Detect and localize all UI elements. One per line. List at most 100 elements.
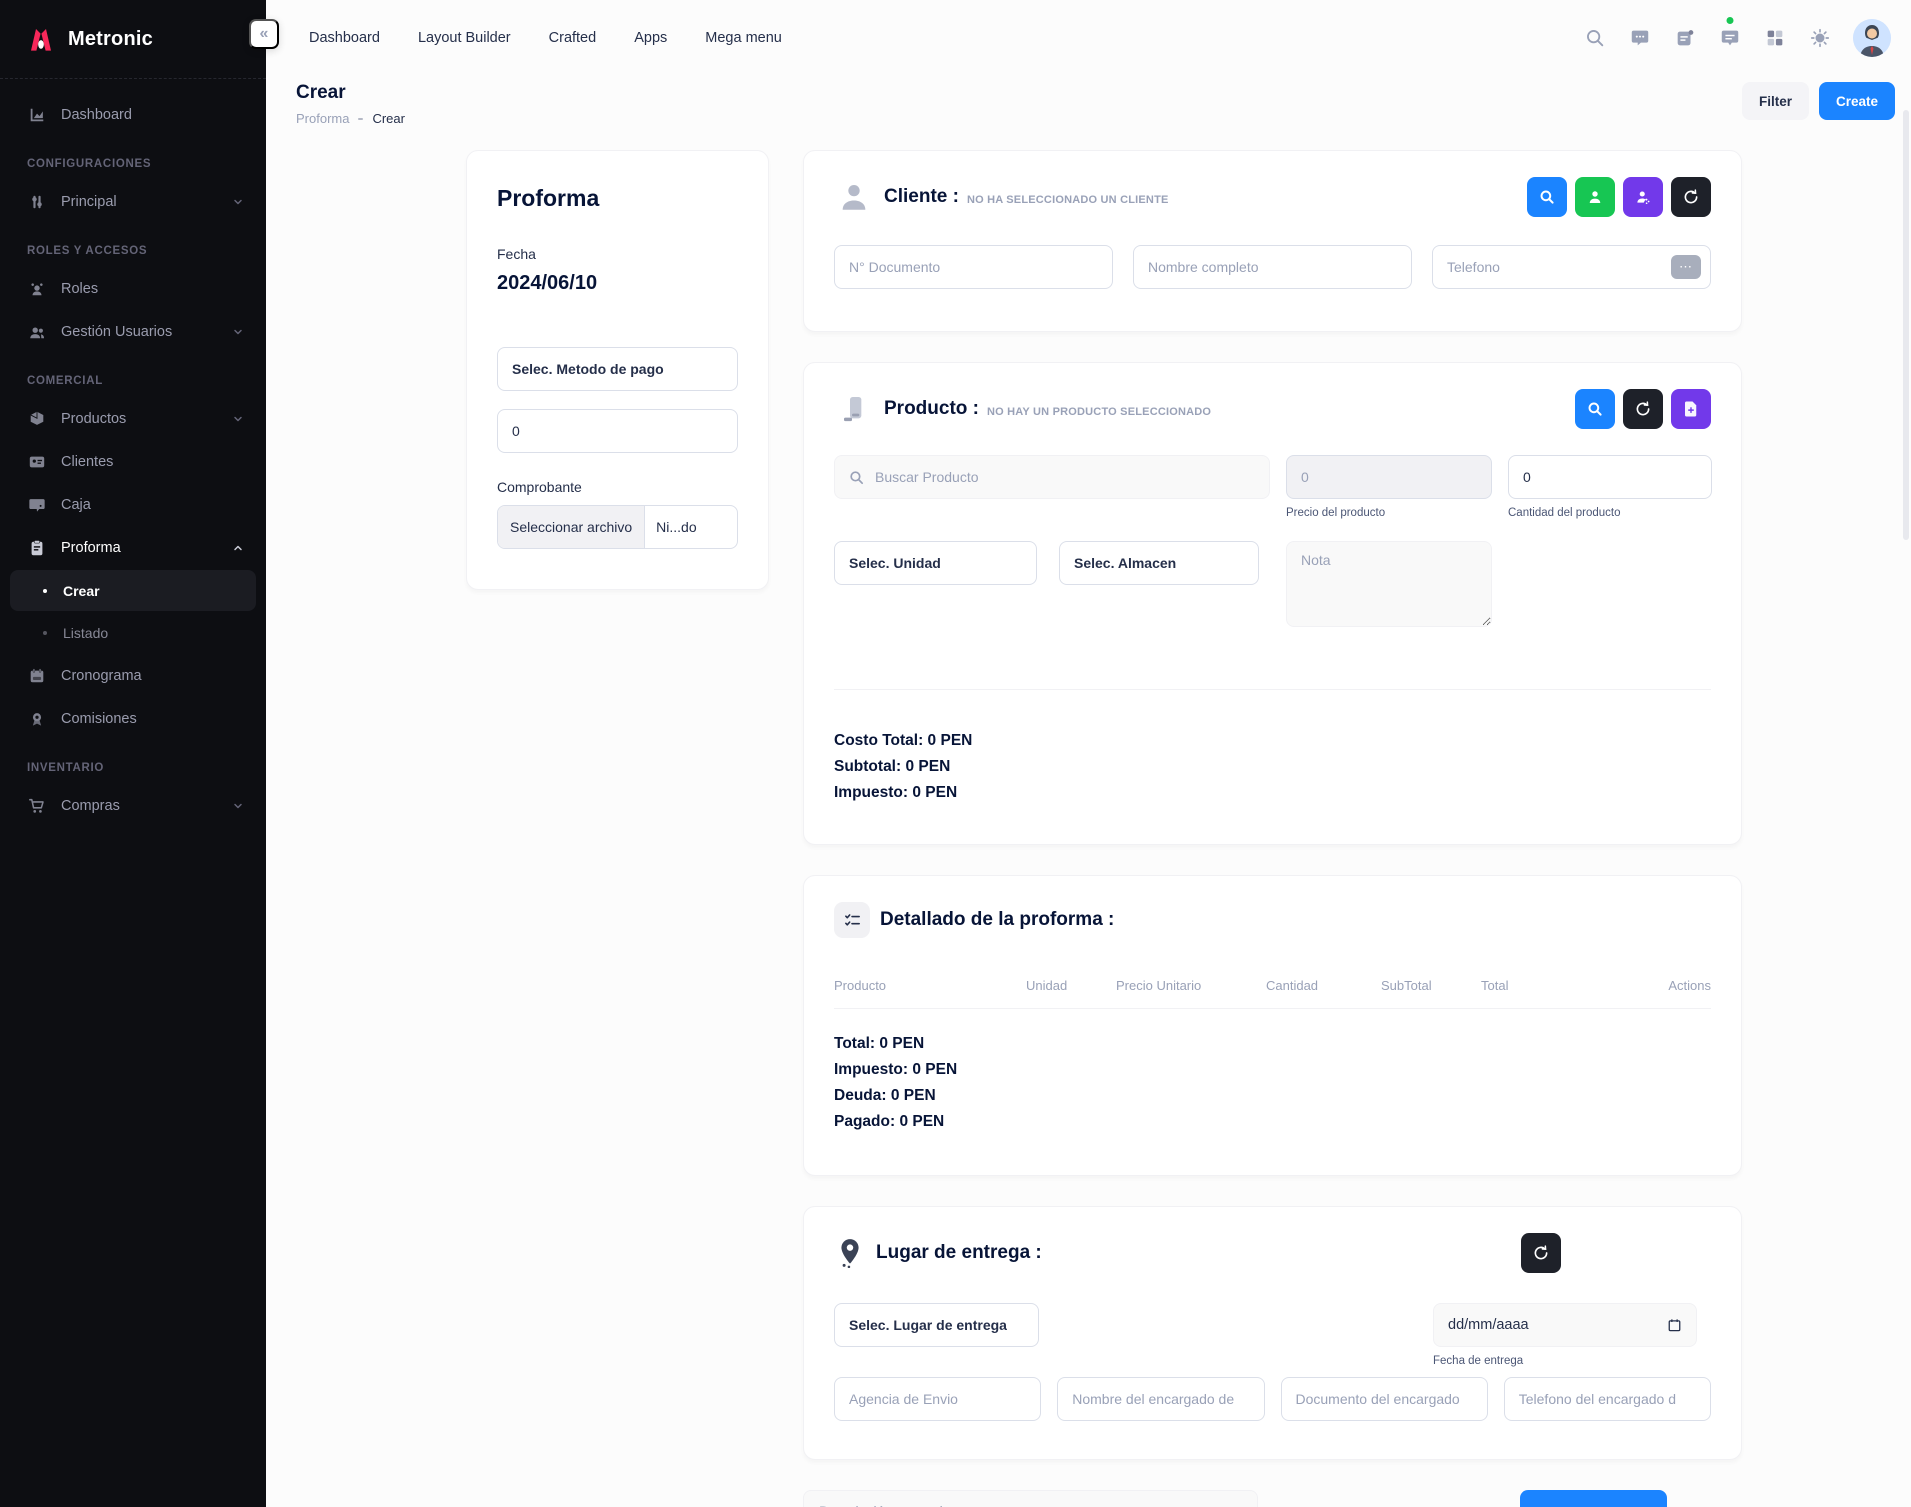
proforma-card: Proforma Fecha 2024/06/10 Selec. Metodo …	[466, 150, 769, 590]
apps-grid-icon[interactable]	[1763, 26, 1787, 50]
sidebar-item-label: Comisiones	[61, 711, 137, 727]
descripcion-general-textarea[interactable]	[803, 1490, 1258, 1507]
map-pin-icon	[834, 1233, 866, 1273]
chat-bubble-icon	[27, 495, 47, 515]
scrollbar-thumb[interactable]	[1903, 110, 1909, 540]
unidad-select[interactable]: Selec. Unidad	[834, 541, 1037, 585]
user-avatar[interactable]	[1853, 19, 1891, 57]
topnav-mega-menu[interactable]: Mega menu	[705, 30, 782, 46]
lugar-entrega-select[interactable]: Selec. Lugar de entrega	[834, 1303, 1039, 1347]
sidebar-subitem-listado[interactable]: Listado	[10, 612, 256, 653]
nota-textarea[interactable]	[1286, 541, 1492, 627]
encargado-documento-input[interactable]	[1281, 1377, 1488, 1421]
add-client-button[interactable]	[1575, 177, 1615, 217]
encargado-telefono-input[interactable]	[1504, 1377, 1711, 1421]
fecha-entrega-label: Fecha de entrega	[1433, 1355, 1697, 1367]
users-icon	[27, 322, 47, 342]
refresh-entrega-button[interactable]	[1521, 1233, 1561, 1273]
precio-producto-input	[1286, 455, 1492, 499]
topnav-layout-builder[interactable]: Layout Builder	[418, 30, 511, 46]
topbar: Dashboard Layout Builder Crafted Apps Me…	[266, 0, 1911, 76]
col-actions: Actions	[1631, 978, 1711, 993]
telefono-more-button[interactable]: ⋯	[1671, 255, 1701, 279]
bullet-dot-icon	[43, 589, 47, 593]
sidebar-subitem-crear[interactable]: Crear	[10, 570, 256, 611]
proforma-card-title: Proforma	[497, 185, 738, 212]
sidebar-item-compras[interactable]: Compras	[0, 784, 266, 827]
topnav-crafted[interactable]: Crafted	[549, 30, 597, 46]
entrega-card: Lugar de entrega : Selec. Lugar de entre…	[803, 1206, 1742, 1460]
detalle-card-header: Detallado de la proforma :	[804, 876, 1741, 938]
sidebar-collapse-button[interactable]: «	[249, 19, 279, 49]
subtotal-text: Subtotal: 0 PEN	[834, 754, 1711, 780]
notifications-icon[interactable]	[1673, 26, 1697, 50]
almacen-select[interactable]: Selec. Almacen	[1059, 541, 1259, 585]
fecha-entrega-placeholder: dd/mm/aaaa	[1448, 1317, 1529, 1333]
brand-logo[interactable]: Metronic	[0, 0, 266, 78]
sidebar-item-comisiones[interactable]: Comisiones	[0, 697, 266, 740]
sidebar-item-caja[interactable]: Caja	[0, 483, 266, 526]
sidebar-item-dashboard[interactable]: Dashboard	[0, 93, 266, 136]
breadcrumb: Proforma Crear	[296, 111, 405, 126]
comprobante-file-input[interactable]: Seleccionar archivo Ni...do	[497, 505, 738, 549]
col-subtotal: SubTotal	[1381, 978, 1481, 993]
sidebar-heading-roles-accesos: ROLES Y ACCESOS	[0, 223, 266, 267]
monto-input[interactable]	[497, 409, 738, 453]
client-settings-button[interactable]	[1623, 177, 1663, 217]
telefono-field-wrap: ⋯	[1432, 245, 1711, 289]
cart-icon	[27, 796, 47, 816]
telefono-input[interactable]	[1432, 245, 1711, 289]
create-button[interactable]: Create	[1819, 82, 1895, 120]
sidebar-item-gestion-usuarios[interactable]: Gestión Usuarios	[0, 310, 266, 353]
sidebar-item-principal[interactable]: Principal	[0, 180, 266, 223]
proforma-summary-column: Proforma Fecha 2024/06/10 Selec. Metodo …	[466, 150, 769, 1460]
search-client-button[interactable]	[1527, 177, 1567, 217]
crear-proforma-button[interactable]: Crear Proforma	[1520, 1490, 1667, 1507]
fecha-entrega-input[interactable]: dd/mm/aaaa	[1433, 1303, 1697, 1347]
entrega-row1: Selec. Lugar de entrega dd/mm/aaaa Fecha…	[834, 1303, 1711, 1367]
search-icon[interactable]	[1583, 26, 1607, 50]
precio-label: Precio del producto	[1286, 507, 1492, 519]
nombre-field-wrap	[1133, 245, 1412, 289]
filter-button[interactable]: Filter	[1742, 82, 1809, 120]
sidebar-item-proforma[interactable]: Proforma	[0, 526, 266, 569]
producto-card-header: Producto : NO HAY UN PRODUCTO SELECCIONA…	[804, 363, 1741, 429]
search-product-button[interactable]	[1575, 389, 1615, 429]
messages-icon[interactable]	[1718, 26, 1742, 50]
topnav-dashboard[interactable]: Dashboard	[309, 30, 380, 46]
sidebar-item-label: Crear	[63, 583, 100, 599]
theme-sun-icon[interactable]	[1808, 26, 1832, 50]
sidebar: Metronic Dashboard CONFIGURACIONES Princ…	[0, 0, 266, 1507]
refresh-client-button[interactable]	[1671, 177, 1711, 217]
breadcrumb-parent[interactable]: Proforma	[296, 111, 349, 126]
chat-icon[interactable]	[1628, 26, 1652, 50]
new-product-file-button[interactable]	[1671, 389, 1711, 429]
costo-total-text: Costo Total: 0 PEN	[834, 728, 1711, 754]
documento-input[interactable]	[834, 245, 1113, 289]
metodo-pago-select[interactable]: Selec. Metodo de pago	[497, 347, 738, 391]
nombre-input[interactable]	[1133, 245, 1412, 289]
brand-name: Metronic	[68, 28, 153, 51]
id-card-icon	[27, 452, 47, 472]
main-area: Dashboard Layout Builder Crafted Apps Me…	[266, 0, 1911, 1507]
encargado-nombre-input[interactable]	[1057, 1377, 1264, 1421]
sidebar-item-cronograma[interactable]: Cronograma	[0, 654, 266, 697]
refresh-product-button[interactable]	[1623, 389, 1663, 429]
checklist-icon	[834, 902, 870, 938]
page-title: Crear	[296, 82, 405, 104]
monto-field-wrap	[497, 409, 738, 453]
cliente-card-header: Cliente : NO HA SELECCIONADO UN CLIENTE	[804, 151, 1741, 217]
dashboard-icon	[27, 105, 47, 125]
agencia-envio-input[interactable]	[834, 1377, 1041, 1421]
cantidad-producto-input[interactable]	[1508, 455, 1712, 499]
sidebar-item-roles[interactable]: Roles	[0, 267, 266, 310]
sidebar-item-productos[interactable]: Productos	[0, 397, 266, 440]
detalle-card: Detallado de la proforma : Producto Unid…	[803, 875, 1742, 1176]
sidebar-item-label: Roles	[61, 281, 98, 297]
sliders-icon	[27, 192, 47, 212]
buscar-producto-input[interactable]	[875, 469, 1256, 485]
pagado-text: Pagado: 0 PEN	[834, 1109, 1711, 1135]
sidebar-item-clientes[interactable]: Clientes	[0, 440, 266, 483]
file-select-button[interactable]: Seleccionar archivo	[498, 506, 645, 548]
topnav-apps[interactable]: Apps	[634, 30, 667, 46]
